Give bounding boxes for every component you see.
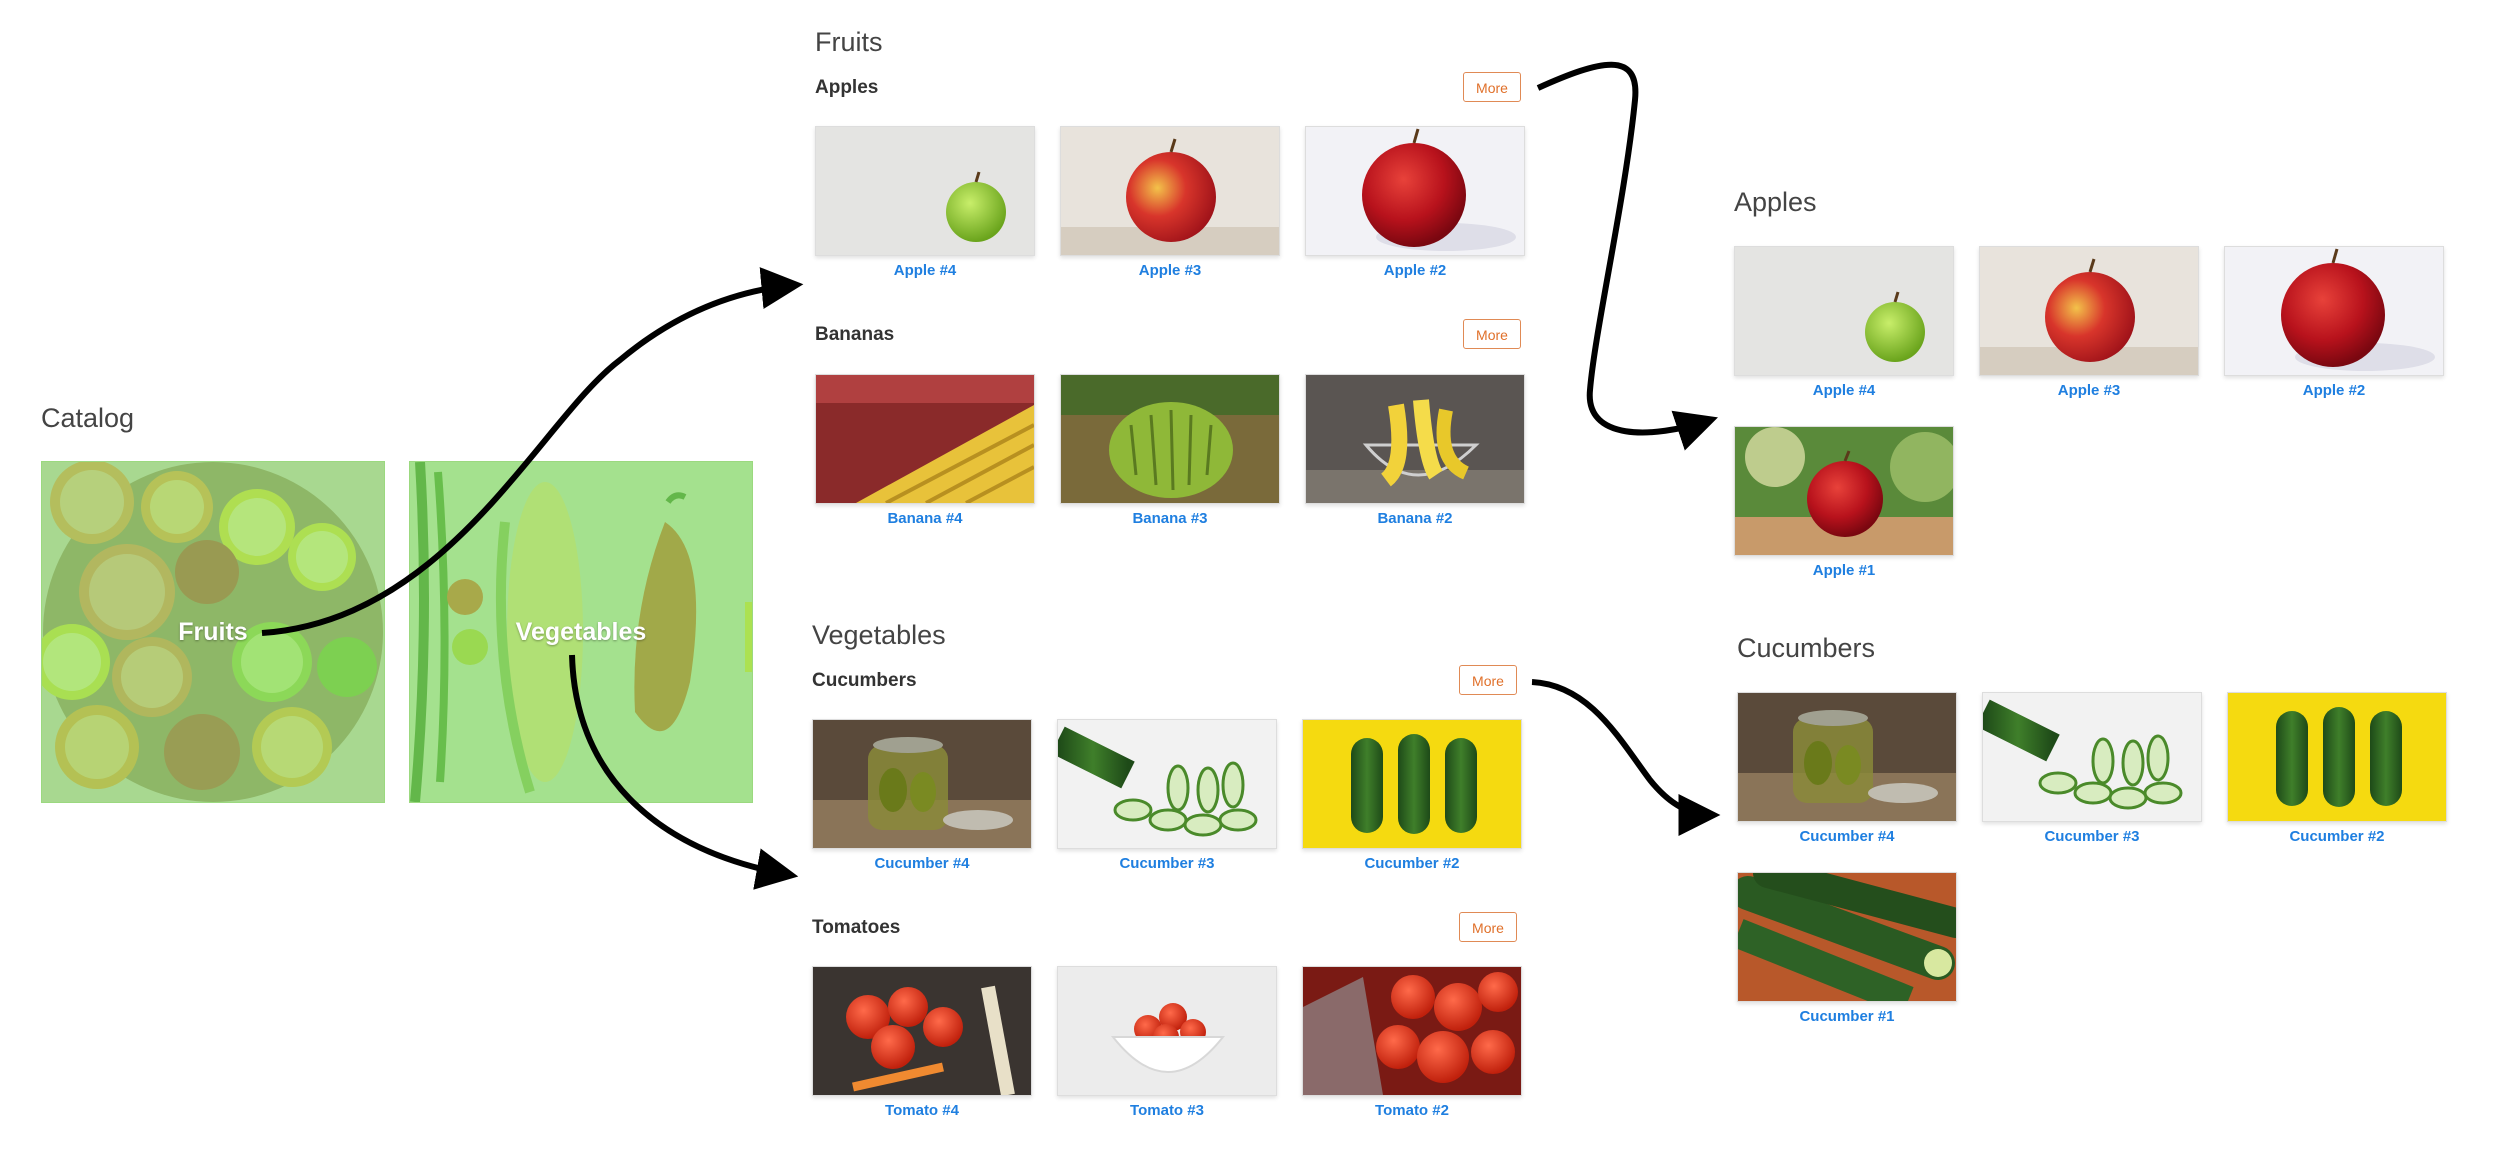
cucumbers-page-cucumber-1-image <box>1737 872 1957 1002</box>
apple-3-thumb[interactable]: Apple #3 <box>1060 126 1280 279</box>
tomatoes-more-button[interactable]: More <box>1459 912 1517 942</box>
cucumbers-page-cucumber-4-caption[interactable]: Cucumber #4 <box>1737 828 1957 845</box>
cucumber-3-caption[interactable]: Cucumber #3 <box>1057 855 1277 872</box>
cucumber-3-image <box>1057 719 1277 849</box>
apples-page-apple-4-image <box>1734 246 1954 376</box>
banana-2-image <box>1305 374 1525 504</box>
banana-4-image <box>815 374 1035 504</box>
banana-4-caption[interactable]: Banana #4 <box>815 510 1035 527</box>
catalog-card-fruits-label: Fruits <box>178 618 248 646</box>
vegetables-title: Vegetables <box>812 620 946 650</box>
banana-3-thumb[interactable]: Banana #3 <box>1060 374 1280 527</box>
apples-page-apple-1-caption[interactable]: Apple #1 <box>1734 562 1954 579</box>
apples-page-apple-1-image <box>1734 426 1954 556</box>
cucumber-2-thumb[interactable]: Cucumber #2 <box>1302 719 1522 872</box>
tomato-2-thumb[interactable]: Tomato #2 <box>1302 966 1522 1119</box>
cucumbers-more-button[interactable]: More <box>1459 665 1517 695</box>
tomato-2-image <box>1302 966 1522 1096</box>
apple-2-thumb[interactable]: Apple #2 <box>1305 126 1525 279</box>
catalog-card-vegetables[interactable]: Vegetables <box>409 461 753 803</box>
cucumbers-page-cucumber-2-image <box>2227 692 2447 822</box>
cucumbers-page-cucumber-3-thumb[interactable]: Cucumber #3 <box>1982 692 2202 845</box>
apple-2-image <box>1305 126 1525 256</box>
tomato-4-image <box>812 966 1032 1096</box>
apples-page-apple-4-caption[interactable]: Apple #4 <box>1734 382 1954 399</box>
cucumbers-page-cucumber-1-caption[interactable]: Cucumber #1 <box>1737 1008 1957 1025</box>
cucumbers-page-cucumber-4-thumb[interactable]: Cucumber #4 <box>1737 692 1957 845</box>
cucumbers-page-title: Cucumbers <box>1737 633 1876 663</box>
apples-page-apple-2-image <box>2224 246 2444 376</box>
apple-3-caption[interactable]: Apple #3 <box>1060 262 1280 279</box>
apples-more-button[interactable]: More <box>1463 72 1521 102</box>
apples-page-apple-1-thumb[interactable]: Apple #1 <box>1734 426 1954 579</box>
cucumbers-page-cucumber-1-thumb[interactable]: Cucumber #1 <box>1737 872 1957 1025</box>
catalog-card-fruits[interactable]: Fruits <box>41 461 385 803</box>
apple-4-thumb[interactable]: Apple #4 <box>815 126 1035 279</box>
cucumbers-heading: Cucumbers <box>812 670 917 691</box>
cucumbers-page-cucumber-3-caption[interactable]: Cucumber #3 <box>1982 828 2202 845</box>
cucumber-2-image <box>1302 719 1522 849</box>
apples-page-apple-3-image <box>1979 246 2199 376</box>
banana-2-thumb[interactable]: Banana #2 <box>1305 374 1525 527</box>
tomato-3-image <box>1057 966 1277 1096</box>
apples-page-apple-2-caption[interactable]: Apple #2 <box>2224 382 2444 399</box>
apples-page-apple-3-thumb[interactable]: Apple #3 <box>1979 246 2199 399</box>
tomato-3-caption[interactable]: Tomato #3 <box>1057 1102 1277 1119</box>
cucumbers-page-cucumber-3-image <box>1982 692 2202 822</box>
apple-4-image <box>815 126 1035 256</box>
apples-page-apple-3-caption[interactable]: Apple #3 <box>1979 382 2199 399</box>
banana-3-caption[interactable]: Banana #3 <box>1060 510 1280 527</box>
cucumbers-page-cucumber-4-image <box>1737 692 1957 822</box>
catalog-card-vegetables-label: Vegetables <box>515 618 647 646</box>
apple-4-caption[interactable]: Apple #4 <box>815 262 1035 279</box>
apple-3-image <box>1060 126 1280 256</box>
cucumber-4-thumb[interactable]: Cucumber #4 <box>812 719 1032 872</box>
banana-2-caption[interactable]: Banana #2 <box>1305 510 1525 527</box>
catalog-title: Catalog <box>41 403 135 433</box>
tomato-3-thumb[interactable]: Tomato #3 <box>1057 966 1277 1119</box>
cucumber-2-caption[interactable]: Cucumber #2 <box>1302 855 1522 872</box>
tomato-4-thumb[interactable]: Tomato #4 <box>812 966 1032 1119</box>
apples-page-title: Apples <box>1734 187 1817 217</box>
banana-4-thumb[interactable]: Banana #4 <box>815 374 1035 527</box>
tomatoes-heading: Tomatoes <box>812 917 901 938</box>
tomato-4-caption[interactable]: Tomato #4 <box>812 1102 1032 1119</box>
tomato-2-caption[interactable]: Tomato #2 <box>1302 1102 1522 1119</box>
bananas-heading: Bananas <box>815 324 895 345</box>
apple-2-caption[interactable]: Apple #2 <box>1305 262 1525 279</box>
apples-page-apple-4-thumb[interactable]: Apple #4 <box>1734 246 1954 399</box>
cucumber-3-thumb[interactable]: Cucumber #3 <box>1057 719 1277 872</box>
bananas-more-button[interactable]: More <box>1463 319 1521 349</box>
banana-3-image <box>1060 374 1280 504</box>
cucumbers-page-cucumber-2-thumb[interactable]: Cucumber #2 <box>2227 692 2447 845</box>
cucumbers-page-cucumber-2-caption[interactable]: Cucumber #2 <box>2227 828 2447 845</box>
apples-heading: Apples <box>815 77 879 98</box>
cucumber-4-caption[interactable]: Cucumber #4 <box>812 855 1032 872</box>
arrow-apples-more-to-apples-page <box>1536 61 1718 451</box>
cucumber-4-image <box>812 719 1032 849</box>
apples-page-apple-2-thumb[interactable]: Apple #2 <box>2224 246 2444 399</box>
fruits-title: Fruits <box>815 27 883 57</box>
arrow-cucumbers-more-to-cucumbers-page <box>1531 679 1721 836</box>
